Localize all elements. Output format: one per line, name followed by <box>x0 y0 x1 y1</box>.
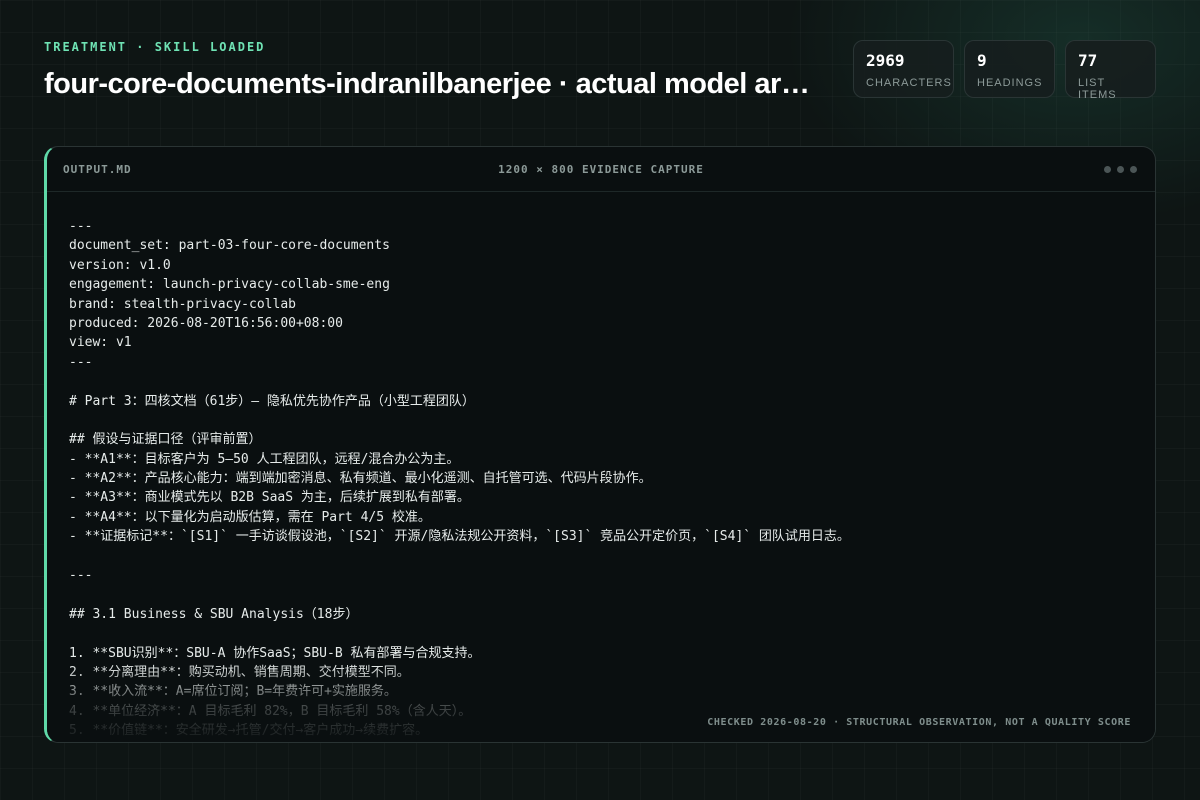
code-line: 3. **收入流**：A=席位订阅；B=年费许可+实施服务。 <box>69 684 397 700</box>
code-line: 2. **分离理由**：购买动机、销售周期、交付模型不同。 <box>69 664 410 680</box>
code-line: ## 假设与证据口径（评审前置） <box>69 432 262 448</box>
stat-label: HEADINGS <box>977 77 1043 89</box>
code-line: ## 3.1 Business & SBU Analysis（18步） <box>69 606 359 622</box>
stat-label: LIST ITEMS <box>1078 77 1117 101</box>
code-line: - **证据标记**：`[S1]` 一手访谈假设池，`[S2]` 开源/隐私法规… <box>69 529 850 545</box>
stat-card-list-items: 77 LIST ITEMS <box>1065 40 1156 101</box>
dot-icon <box>1117 166 1124 173</box>
stat-label: CHARACTERS <box>866 77 952 89</box>
code-line: document_set: part-03-four-core-document… <box>69 238 390 254</box>
code-line: --- <box>69 568 93 584</box>
stat-value: 9 <box>977 51 987 70</box>
code-line: --- <box>69 354 93 370</box>
code-line: - **A4**：以下量化为启动版估算，需在 Part 4/5 校准。 <box>69 509 431 525</box>
code-line: # Part 3：四核文档（61步）— 隐私优先协作产品（小型工程团队） <box>69 393 475 409</box>
code-line: engagement: launch-privacy-collab-sme-en… <box>69 277 390 293</box>
stats-group: 2969 CHARACTERS 9 HEADINGS 77 LIST ITEMS <box>853 40 1156 101</box>
code-line: - **A3**：商业模式先以 B2B SaaS 为主，后续扩展到私有部署。 <box>69 490 470 506</box>
markdown-output: --- document_set: part-03-four-core-docum… <box>69 217 1135 741</box>
code-line: --- <box>69 219 93 234</box>
code-line: view: v1 <box>69 335 132 351</box>
code-line: - **A1**：目标客户为 5–50 人工程团队，远程/混合办公为主。 <box>69 451 460 467</box>
footnote: CHECKED 2026-08-20 · STRUCTURAL OBSERVAT… <box>707 717 1131 728</box>
code-line: - **A2**：产品核心能力：端到端加密消息、私有频道、最小化遥测、自托管可选… <box>69 471 652 487</box>
stat-card-headings: 9 HEADINGS <box>964 40 1055 98</box>
code-line: produced: 2026-08-20T16:56:00+08:00 <box>69 315 343 331</box>
stat-value: 2969 <box>866 51 905 70</box>
eyebrow-label: TREATMENT · SKILL LOADED <box>44 40 266 54</box>
dot-icon <box>1104 166 1111 173</box>
dot-icon <box>1130 166 1137 173</box>
code-line: brand: stealth-privacy-collab <box>69 296 296 312</box>
code-line: 1. **SBU识别**：SBU-A 协作SaaS；SBU-B 私有部署与合规支… <box>69 645 481 661</box>
stat-value: 77 <box>1078 51 1098 70</box>
output-panel: OUTPUT.MD 1200 × 800 EVIDENCE CAPTURE --… <box>44 146 1156 743</box>
page-title: four-core-documents-indranilbanerjee · a… <box>44 68 810 100</box>
code-line: version: v1.0 <box>69 257 171 273</box>
panel-caption: 1200 × 800 EVIDENCE CAPTURE <box>498 163 704 176</box>
panel-header: OUTPUT.MD 1200 × 800 EVIDENCE CAPTURE <box>47 147 1155 192</box>
window-dots <box>1104 166 1137 173</box>
stat-card-characters: 2969 CHARACTERS <box>853 40 954 98</box>
